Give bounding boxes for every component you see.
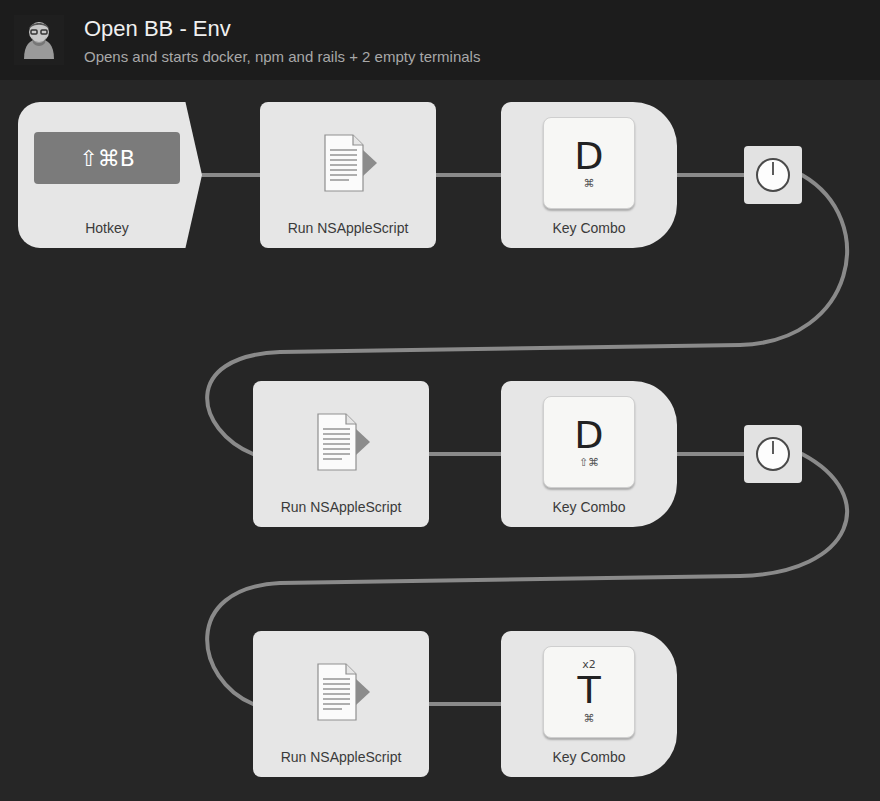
node-label: Key Combo [552,499,625,515]
node-label: Run NSAppleScript [281,499,402,515]
node-label: Hotkey [34,220,180,236]
node-label: Key Combo [552,749,625,765]
keycap: D ⌘ [543,117,635,209]
script-document-icon [317,132,379,194]
connection [436,173,501,177]
workflow-title: Open BB - Env [84,16,480,42]
run-script-action[interactable]: Run NSAppleScript [260,102,436,248]
connection [429,452,501,456]
hotkey-field[interactable]: ⇧⌘B [34,132,180,184]
key-modifiers: ⇧⌘ [579,456,599,469]
node-label: Run NSAppleScript [281,749,402,765]
key-modifiers: ⌘ [584,177,595,190]
script-document-icon [310,661,372,723]
run-script-action[interactable]: Run NSAppleScript [253,631,429,777]
connection [677,173,744,177]
script-document-icon [310,411,372,473]
key-letter: D [574,136,603,178]
node-label: Key Combo [552,220,625,236]
workflow-header: Open BB - Env Opens and starts docker, n… [0,0,880,80]
workflow-editor: Open BB - Env Opens and starts docker, n… [0,0,880,801]
connection [202,173,260,177]
connection [429,702,501,706]
key-letter: T [577,670,600,712]
key-combo-output[interactable]: D ⌘ Key Combo [501,102,677,248]
workflow-avatar-icon[interactable] [14,15,64,65]
workflow-canvas: ⇧⌘B Hotkey Run NSAppleScript D ⌘ Key Com… [0,80,880,801]
timer-icon [754,435,792,473]
workflow-description: Opens and starts docker, npm and rails +… [84,48,480,65]
keycap: D ⇧⌘ [543,396,635,488]
key-combo-output[interactable]: D ⇧⌘ Key Combo [501,381,677,527]
hotkey-trigger[interactable]: ⇧⌘B Hotkey [18,102,202,248]
key-modifiers: ⌘ [584,712,595,725]
keycap: x2 T ⌘ [543,646,635,738]
key-combo-output[interactable]: x2 T ⌘ Key Combo [501,631,677,777]
key-letter: D [574,415,603,457]
delay-utility[interactable] [744,425,802,483]
repeat-count: x2 [582,659,596,670]
delay-utility[interactable] [744,146,802,204]
run-script-action[interactable]: Run NSAppleScript [253,381,429,527]
node-label: Run NSAppleScript [288,220,409,236]
timer-icon [754,156,792,194]
connection [677,452,744,456]
